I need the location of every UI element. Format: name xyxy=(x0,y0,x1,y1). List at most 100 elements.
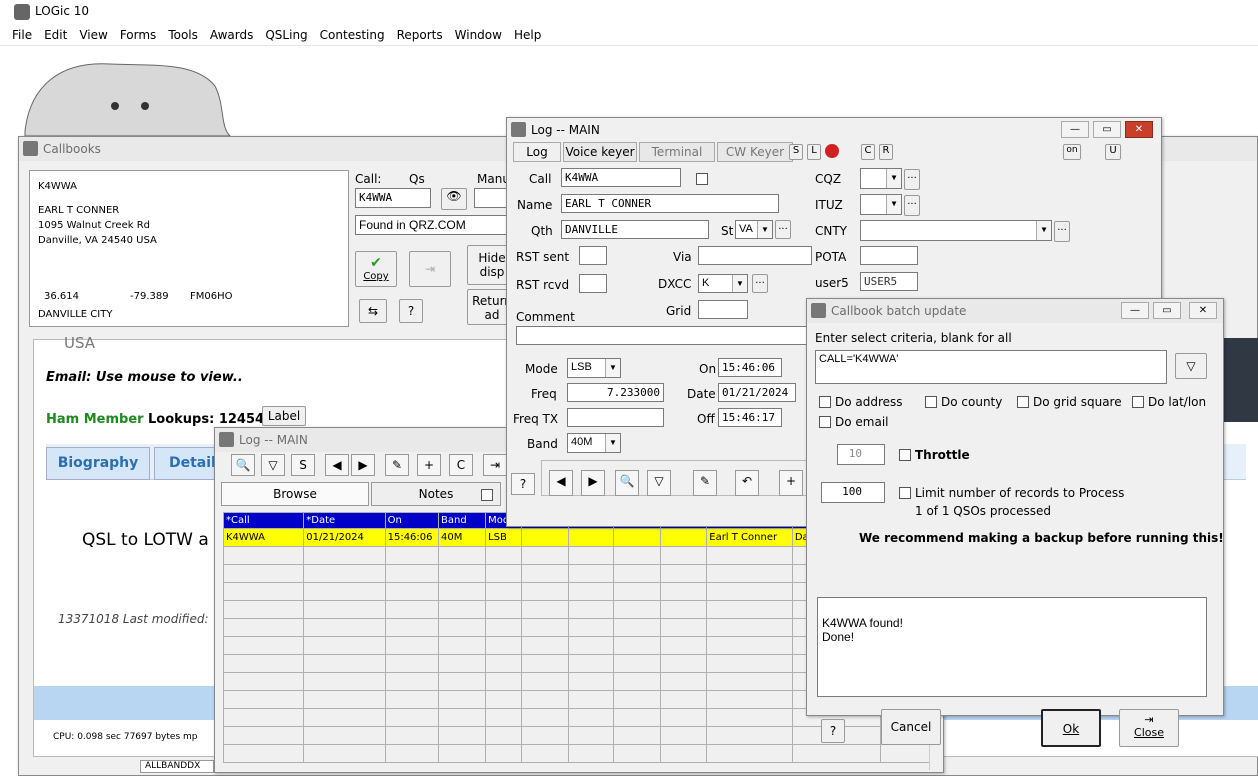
ituz-select[interactable]: ▼ xyxy=(860,194,902,215)
menu-view[interactable]: View xyxy=(73,24,113,42)
u-button[interactable]: U xyxy=(1105,144,1121,160)
tab-terminal[interactable]: Terminal xyxy=(639,142,715,162)
state-more-button[interactable]: ... xyxy=(775,220,791,239)
notes-checkbox[interactable] xyxy=(481,489,493,501)
s-button[interactable]: S xyxy=(291,454,315,476)
column-header[interactable]: *Date xyxy=(303,512,386,529)
date-input[interactable]: 01/21/2024 xyxy=(718,383,796,402)
do-grid-checkbox[interactable] xyxy=(1017,396,1029,408)
maximize-button[interactable]: ▭ xyxy=(1153,302,1181,319)
user5-input[interactable]: USER5 xyxy=(860,272,918,291)
c-button[interactable]: C xyxy=(449,454,473,476)
r-mini-button[interactable]: R xyxy=(879,144,893,160)
label-button[interactable]: Label xyxy=(262,406,306,426)
undo-button[interactable]: ↶ xyxy=(735,470,759,496)
ituz-more-button[interactable]: ... xyxy=(904,195,920,216)
exit-button[interactable]: ⇥ xyxy=(409,251,451,287)
cnty-more-button[interactable]: ... xyxy=(1054,221,1070,242)
band-select[interactable]: 40M ▼ xyxy=(567,433,621,453)
menu-tools[interactable]: Tools xyxy=(162,24,204,42)
import-button[interactable]: ⇆ xyxy=(359,299,387,323)
tab-biography[interactable]: Biography xyxy=(46,447,150,480)
pota-input[interactable] xyxy=(860,246,918,265)
column-header[interactable]: *Call xyxy=(222,512,305,529)
limit-checkbox[interactable] xyxy=(899,487,911,499)
throttle-spinner[interactable]: 10 xyxy=(837,444,885,465)
help-button[interactable]: ? xyxy=(399,299,423,323)
copy-button[interactable]: ✔ Copy xyxy=(355,251,397,287)
menu-awards[interactable]: Awards xyxy=(204,24,259,42)
dxcc-select[interactable]: K ▼ xyxy=(698,274,748,293)
limit-spinner[interactable]: 100 xyxy=(821,482,885,503)
time-off-input[interactable]: 15:46:17 xyxy=(718,408,782,427)
minimize-button[interactable]: — xyxy=(1061,121,1089,138)
via-input[interactable] xyxy=(698,246,812,265)
state-select[interactable]: VA ▼ xyxy=(735,220,773,239)
s-mini-button[interactable]: S xyxy=(789,144,803,160)
email-text[interactable]: Email: Use mouse to view.. xyxy=(46,370,243,385)
do-latlon-checkbox[interactable] xyxy=(1132,396,1144,408)
freq-tx-input[interactable] xyxy=(567,408,664,427)
add-button[interactable]: + xyxy=(417,454,441,476)
menu-forms[interactable]: Forms xyxy=(114,24,162,42)
menu-window[interactable]: Window xyxy=(449,24,508,42)
dxcc-more-button[interactable]: ... xyxy=(752,274,768,293)
ok-button[interactable]: Ok xyxy=(1041,709,1101,747)
close-button[interactable]: ✕ xyxy=(1125,121,1153,138)
tab-log[interactable]: Log xyxy=(513,142,561,162)
highlight-button[interactable]: ✎ xyxy=(385,454,409,476)
on-button[interactable]: on xyxy=(1063,144,1081,160)
tab-voice-keyer[interactable]: Voice keyer xyxy=(563,142,637,162)
mode-select[interactable]: LSB ▼ xyxy=(567,358,621,378)
prev-button[interactable]: ◀ xyxy=(549,470,573,496)
add-button[interactable]: + xyxy=(779,470,803,496)
cqz-select[interactable]: ▼ xyxy=(860,168,902,189)
cancel-button[interactable]: Cancel xyxy=(881,709,941,745)
do-address-checkbox[interactable] xyxy=(819,396,831,408)
menu-edit[interactable]: Edit xyxy=(38,24,73,42)
column-header[interactable]: Band xyxy=(438,512,487,529)
menu-help[interactable]: Help xyxy=(508,24,547,42)
menu-qsling[interactable]: QSLing xyxy=(259,24,313,42)
minimize-button[interactable]: — xyxy=(1121,302,1149,319)
highlight-button[interactable]: ✎ xyxy=(693,470,717,496)
help-button[interactable]: ? xyxy=(511,473,535,495)
tab-cw-keyer[interactable]: CW Keyer xyxy=(717,142,793,162)
time-on-input[interactable]: 15:46:06 xyxy=(718,358,782,377)
cqz-more-button[interactable]: ... xyxy=(904,169,920,190)
cnty-select[interactable]: ▼ xyxy=(860,220,1052,241)
c-mini-button[interactable]: C xyxy=(861,144,875,160)
do-county-checkbox[interactable] xyxy=(925,396,937,408)
criteria-input[interactable]: CALL='K4WWA' xyxy=(815,350,1167,384)
freq-input[interactable]: 7.233000 xyxy=(567,383,664,402)
exit-button[interactable]: ⇥ xyxy=(483,454,507,476)
call-input[interactable]: K4WWA xyxy=(561,168,681,187)
close-button[interactable]: ✕ xyxy=(1189,302,1217,319)
tab-browse[interactable]: Browse xyxy=(221,482,369,506)
name-input[interactable]: EARL T CONNER xyxy=(561,194,779,213)
qth-input[interactable]: DANVILLE xyxy=(561,220,709,239)
maximize-button[interactable]: ▭ xyxy=(1093,121,1121,138)
filter-button[interactable]: ▽ xyxy=(1175,353,1207,379)
filter-button[interactable]: ▽ xyxy=(261,454,285,476)
next-button[interactable]: ▶ xyxy=(581,470,605,496)
find-button[interactable]: 🔍 xyxy=(231,454,255,476)
l-mini-button[interactable]: L xyxy=(807,144,821,160)
next-button[interactable]: ▶ xyxy=(351,454,375,476)
help-button[interactable]: ? xyxy=(821,719,845,743)
rst-sent-input[interactable] xyxy=(579,246,607,265)
throttle-checkbox[interactable] xyxy=(899,449,911,461)
binoculars-search-button[interactable]: 👁 xyxy=(441,188,467,210)
menu-reports[interactable]: Reports xyxy=(391,24,449,42)
table-row[interactable] xyxy=(222,744,932,763)
close-dialog-button[interactable]: ⇥ Close xyxy=(1119,709,1179,747)
call-checkbox[interactable] xyxy=(696,173,708,185)
menu-contesting[interactable]: Contesting xyxy=(314,24,391,42)
callbook-call-input[interactable]: K4WWA xyxy=(355,188,431,208)
comment-input[interactable] xyxy=(516,326,812,345)
rst-rcvd-input[interactable] xyxy=(579,274,607,293)
do-email-checkbox[interactable] xyxy=(819,416,831,428)
grid-input[interactable] xyxy=(698,300,748,319)
output-textarea[interactable]: K4WWA found! Done! xyxy=(817,597,1207,697)
menu-file[interactable]: File xyxy=(6,24,38,42)
